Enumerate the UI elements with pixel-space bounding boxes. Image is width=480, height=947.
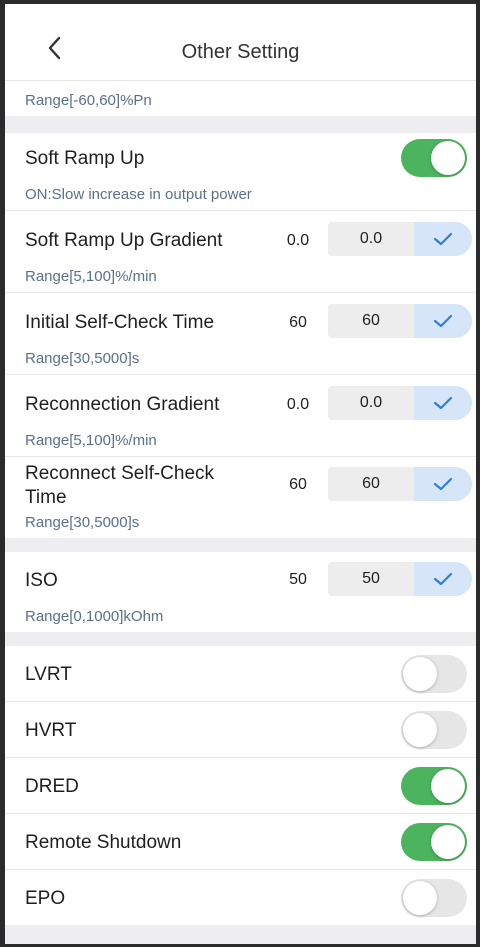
epo-toggle[interactable] bbox=[401, 879, 467, 917]
soft-ramp-up-toggle[interactable] bbox=[401, 139, 467, 177]
initial-self-check-time-label: Initial Self-Check Time bbox=[25, 312, 215, 333]
reconnect-self-check-time-current: 60 bbox=[289, 476, 307, 493]
section-gap bbox=[5, 538, 476, 552]
lvrt-toggle[interactable] bbox=[401, 655, 467, 693]
iso-input[interactable]: 50 bbox=[328, 562, 414, 596]
check-icon bbox=[433, 572, 453, 586]
reconnect-self-check-time-input[interactable]: 60 bbox=[328, 467, 414, 501]
remote-shutdown-label: Remote Shutdown bbox=[25, 832, 182, 853]
reconnect-self-check-time-label-line1: Reconnect Self-Check bbox=[25, 463, 215, 484]
initial-self-check-time-confirm-button[interactable] bbox=[414, 304, 472, 338]
dred-toggle[interactable] bbox=[401, 767, 467, 805]
check-icon bbox=[433, 477, 453, 491]
divider bbox=[5, 210, 476, 211]
reconnect-self-check-time-range: Range[30,5000]s bbox=[25, 514, 140, 531]
divider bbox=[5, 869, 476, 870]
initial-self-check-time-input[interactable]: 60 bbox=[328, 304, 414, 338]
divider bbox=[5, 757, 476, 758]
section-gap bbox=[5, 632, 476, 646]
soft-ramp-up-gradient-input[interactable]: 0.0 bbox=[328, 222, 414, 256]
lvrt-label: LVRT bbox=[25, 664, 72, 685]
iso-range: Range[0,1000]kOhm bbox=[25, 608, 164, 625]
reconnection-gradient-label: Reconnection Gradient bbox=[25, 394, 220, 415]
soft-ramp-up-gradient-current: 0.0 bbox=[286, 232, 310, 249]
iso-label: ISO bbox=[25, 570, 58, 591]
reconnection-gradient-current: 0.0 bbox=[286, 396, 310, 413]
iso-current: 50 bbox=[289, 571, 307, 588]
check-icon bbox=[433, 232, 453, 246]
divider bbox=[5, 292, 476, 293]
check-icon bbox=[433, 396, 453, 410]
soft-ramp-up-note: ON:Slow increase in output power bbox=[25, 186, 252, 203]
divider bbox=[5, 456, 476, 457]
divider bbox=[5, 701, 476, 702]
reconnection-gradient-range: Range[5,100]%/min bbox=[25, 432, 157, 449]
soft-ramp-up-gradient-confirm-button[interactable] bbox=[414, 222, 472, 256]
reconnect-self-check-time-label-line2: Time bbox=[25, 487, 67, 508]
initial-self-check-time-range: Range[30,5000]s bbox=[25, 350, 140, 367]
iso-confirm-button[interactable] bbox=[414, 562, 472, 596]
hvrt-label: HVRT bbox=[25, 720, 77, 741]
header-bar: Other Setting bbox=[5, 4, 476, 81]
soft-ramp-up-label: Soft Ramp Up bbox=[25, 148, 145, 169]
initial-self-check-time-current: 60 bbox=[289, 314, 307, 331]
hvrt-toggle[interactable] bbox=[401, 711, 467, 749]
screen-frame-left bbox=[0, 0, 5, 947]
dred-label: DRED bbox=[25, 776, 79, 797]
section-gap bbox=[5, 116, 476, 133]
soft-ramp-up-gradient-range: Range[5,100]%/min bbox=[25, 268, 157, 285]
remote-shutdown-toggle[interactable] bbox=[401, 823, 467, 861]
check-icon bbox=[433, 314, 453, 328]
reconnect-self-check-time-confirm-button[interactable] bbox=[414, 467, 472, 501]
reconnection-gradient-input[interactable]: 0.0 bbox=[328, 386, 414, 420]
screen-frame-right bbox=[476, 0, 480, 947]
page-title: Other Setting bbox=[181, 41, 300, 63]
divider bbox=[5, 374, 476, 375]
top-range-hint: Range[-60,60]%Pn bbox=[25, 92, 152, 109]
epo-label: EPO bbox=[25, 888, 66, 909]
divider bbox=[5, 813, 476, 814]
soft-ramp-up-gradient-label: Soft Ramp Up Gradient bbox=[25, 230, 223, 251]
reconnection-gradient-confirm-button[interactable] bbox=[414, 386, 472, 420]
